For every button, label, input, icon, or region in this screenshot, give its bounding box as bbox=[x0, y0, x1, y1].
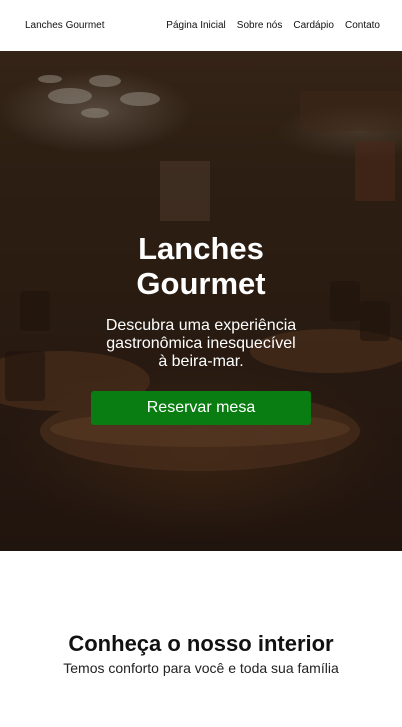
hero-title: Lanches Gourmet bbox=[136, 231, 266, 301]
interior-subtitle: Temos conforto para você e toda sua famí… bbox=[63, 660, 339, 676]
interior-title: Conheça o nosso interior bbox=[68, 631, 334, 656]
brand-logo[interactable]: Lanches Gourmet bbox=[25, 20, 105, 31]
nav-link-contact[interactable]: Contato bbox=[345, 20, 380, 31]
nav-link-menu[interactable]: Cardápio bbox=[293, 20, 334, 31]
hero-content: Lanches Gourmet Descubra uma experiência… bbox=[0, 231, 402, 425]
site-header: Lanches Gourmet Página Inicial Sobre nós… bbox=[0, 0, 402, 51]
reserve-table-button[interactable]: Reservar mesa bbox=[91, 391, 311, 425]
interior-section: Conheça o nosso interior Temos conforto … bbox=[0, 551, 402, 727]
main-nav: Página Inicial Sobre nós Cardápio Contat… bbox=[166, 20, 380, 31]
hero-section: Lanches Gourmet Descubra uma experiência… bbox=[0, 51, 402, 551]
hero-subtitle: Descubra uma experiência gastronômica in… bbox=[105, 317, 297, 370]
nav-link-about[interactable]: Sobre nós bbox=[237, 20, 283, 31]
nav-link-home[interactable]: Página Inicial bbox=[166, 20, 225, 31]
